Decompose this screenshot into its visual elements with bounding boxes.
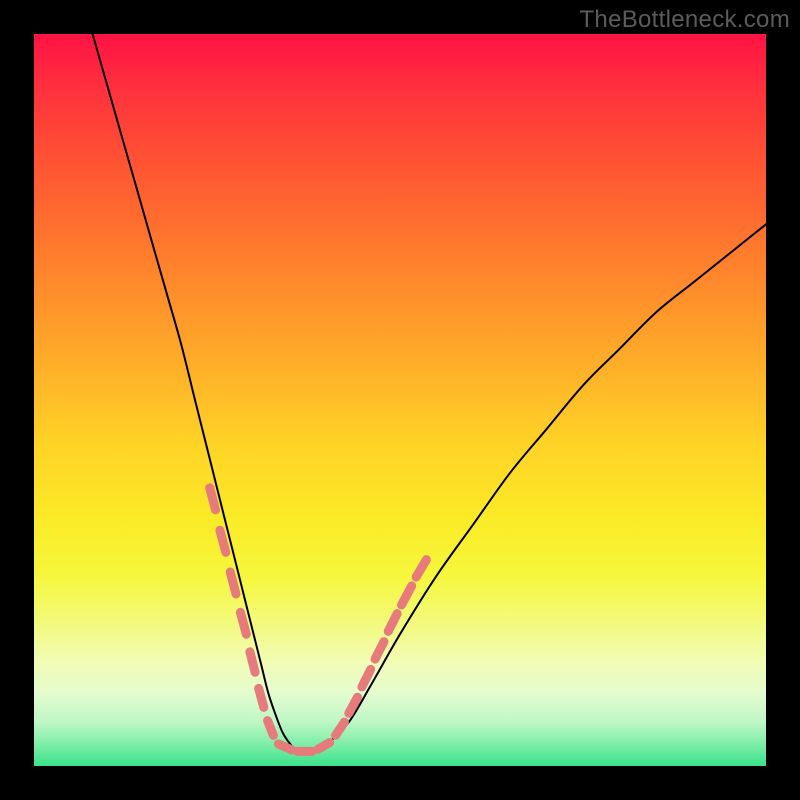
chart-gradient-background — [34, 34, 766, 766]
watermark-text: TheBottleneck.com — [579, 6, 790, 34]
